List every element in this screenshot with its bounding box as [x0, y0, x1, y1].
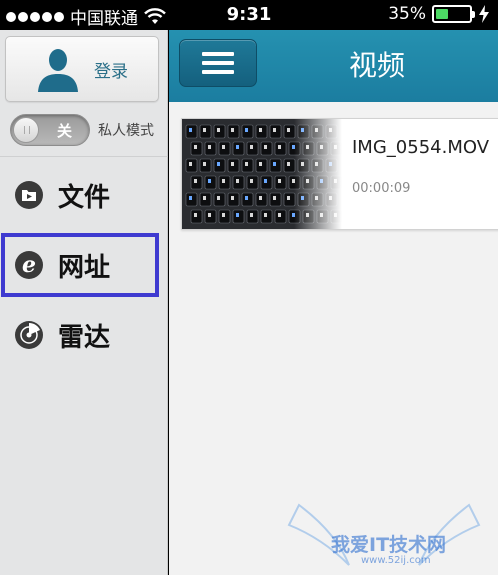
ie-browser-icon: e — [15, 251, 43, 279]
radar-icon — [15, 321, 43, 349]
private-mode-label: 私人模式 — [98, 123, 154, 139]
menu-button[interactable] — [179, 39, 257, 87]
header-bar: 视频 — [169, 30, 498, 102]
watermark-url: www.52ij.com — [361, 555, 431, 566]
sidebar-item-label: 文件 — [58, 182, 111, 213]
video-duration: 00:00:09 — [352, 181, 411, 196]
private-mode-row: 关 私人模式 — [10, 114, 154, 146]
sidebar-item-label: 网址 — [58, 252, 111, 283]
page-title: 视频 — [349, 49, 406, 82]
battery-fill — [436, 9, 448, 19]
login-label: 登录 — [94, 61, 128, 82]
battery-percent: 35% — [388, 4, 426, 24]
charging-bolt-icon — [479, 5, 489, 23]
sidebar-item-label: 雷达 — [58, 322, 111, 353]
video-filename: IMG_0554.MOV — [352, 137, 490, 158]
sidebar-divider — [0, 156, 168, 157]
sidebar-item-radar[interactable]: 雷达 — [0, 303, 168, 367]
video-list-item[interactable]: IMG_0554.MOV 00:00:09 — [181, 118, 498, 230]
hamburger-icon — [202, 52, 234, 56]
toggle-state-label: 关 — [57, 122, 73, 140]
watermark-text: 我爱IT技术网 — [331, 534, 447, 556]
main-panel: 视频 IMG_0554.MOV 00:00:09 我爱IT技术网 www.52i… — [169, 30, 498, 575]
toggle-knob — [13, 117, 39, 143]
status-bar: 中国联通 9:31 35% — [0, 0, 498, 30]
login-button[interactable]: 登录 — [5, 36, 159, 102]
user-avatar-icon — [38, 49, 78, 92]
folder-icon — [15, 181, 43, 209]
svg-text:e: e — [22, 252, 36, 278]
battery-icon — [432, 5, 475, 23]
private-mode-toggle[interactable]: 关 — [10, 114, 90, 146]
video-thumbnail — [182, 119, 342, 229]
status-right: 35% — [388, 4, 490, 24]
sidebar-item-files[interactable]: 文件 — [0, 163, 168, 227]
sidebar-item-urls[interactable]: e 网址 — [0, 233, 168, 297]
sidebar: 登录 关 私人模式 文件 e 网址 雷达 — [0, 30, 168, 575]
